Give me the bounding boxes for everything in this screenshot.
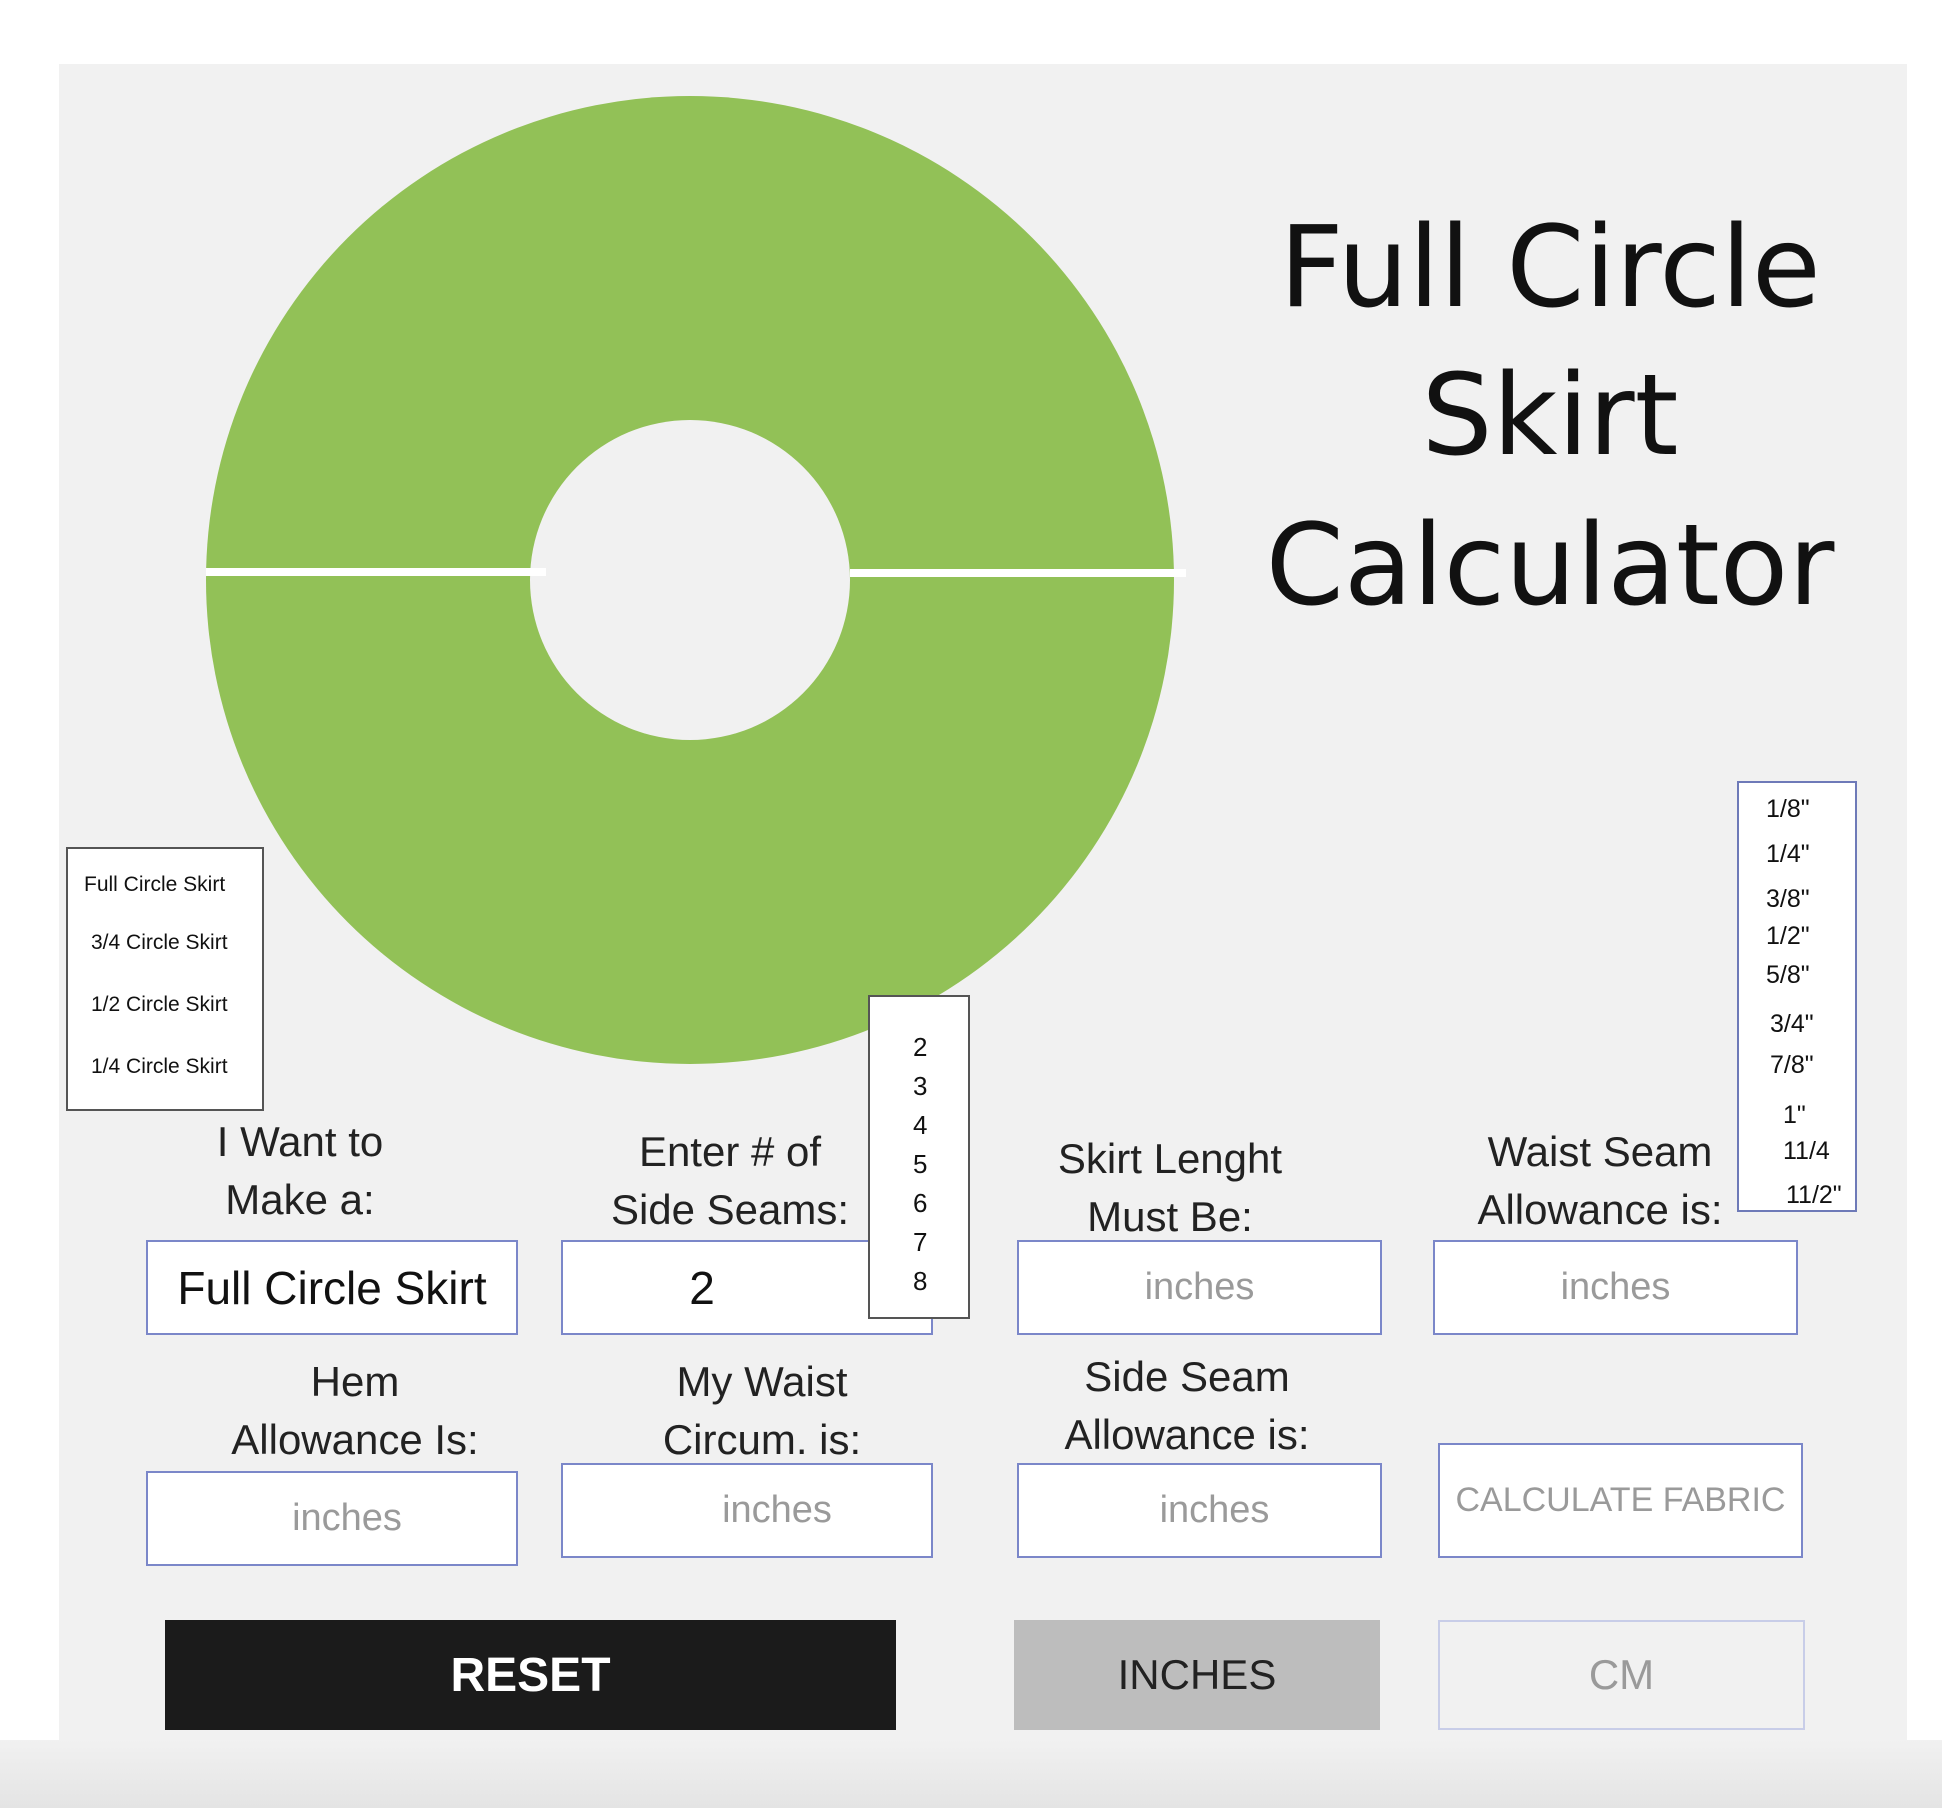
- side-seams-option[interactable]: 3: [913, 1071, 927, 1102]
- skirt-type-option[interactable]: 1/2 Circle Skirt: [91, 993, 228, 1017]
- side-seams-option[interactable]: 5: [913, 1149, 927, 1180]
- calculate-fabric-button[interactable]: CALCULATE FABRIC: [1438, 1443, 1803, 1558]
- skirt-type-option[interactable]: Full Circle Skirt: [84, 873, 225, 897]
- waist-seam-option[interactable]: 3/4": [1770, 1010, 1814, 1039]
- page-title-line-2: Skirt: [1421, 351, 1679, 481]
- inches-toggle[interactable]: INCHES: [1014, 1620, 1380, 1730]
- skirt-length-input[interactable]: inches: [1017, 1240, 1382, 1335]
- waist-seam-dropdown: 1/8" 1/4" 3/8" 1/2" 5/8" 3/4" 7/8" 1" 11…: [1737, 781, 1857, 1212]
- waist-seam-option[interactable]: 1": [1783, 1101, 1806, 1130]
- hem-allowance-input[interactable]: inches: [146, 1471, 518, 1566]
- side-seams-option[interactable]: 6: [913, 1188, 927, 1219]
- waist-seam-option[interactable]: 11/4: [1783, 1137, 1830, 1166]
- waist-seam-option[interactable]: 11/2": [1786, 1181, 1842, 1210]
- waist-seam-option[interactable]: 5/8": [1766, 961, 1810, 990]
- skirt-type-option[interactable]: 3/4 Circle Skirt: [91, 931, 228, 955]
- hem-allowance-label: Hem Allowance Is:: [231, 1358, 479, 1463]
- waist-seam-input[interactable]: inches: [1433, 1240, 1798, 1335]
- waist-circum-input[interactable]: inches: [561, 1463, 933, 1558]
- reset-button[interactable]: RESET: [165, 1620, 896, 1730]
- side-seams-dropdown: 2 3 4 5 6 7 8: [868, 995, 970, 1319]
- side-seams-option[interactable]: 2: [913, 1032, 927, 1063]
- skirt-length-label: Skirt Lenght Must Be:: [1057, 1135, 1283, 1240]
- skirt-type-label: I Want to Make a:: [216, 1118, 384, 1223]
- skirt-type-select[interactable]: Full Circle Skirt: [146, 1240, 518, 1335]
- side-seams-option[interactable]: 7: [913, 1227, 927, 1258]
- cm-toggle[interactable]: CM: [1438, 1620, 1805, 1730]
- waist-seam-option[interactable]: 1/8": [1766, 795, 1810, 824]
- waist-seam-label: Waist Seam Allowance is:: [1477, 1128, 1723, 1233]
- side-seam-allowance-input[interactable]: inches: [1017, 1463, 1382, 1558]
- side-seams-option[interactable]: 4: [913, 1110, 927, 1141]
- waist-seam-option[interactable]: 3/8": [1766, 885, 1810, 914]
- side-seam-allowance-label: Side Seam Allowance is:: [1064, 1353, 1310, 1458]
- waist-hole: [530, 420, 850, 740]
- skirt-type-dropdown: Full Circle Skirt 3/4 Circle Skirt 1/2 C…: [66, 847, 264, 1111]
- page-title-line-3: Calculator: [1265, 501, 1835, 631]
- waist-circum-label: My Waist Circum. is:: [662, 1358, 862, 1463]
- side-seams-label: Enter # of Side Seams:: [610, 1128, 850, 1233]
- waist-seam-option[interactable]: 1/2": [1766, 922, 1810, 951]
- waist-seam-option[interactable]: 1/4": [1766, 840, 1810, 869]
- side-seams-option[interactable]: 8: [913, 1266, 927, 1297]
- skirt-type-option[interactable]: 1/4 Circle Skirt: [91, 1055, 228, 1079]
- waist-seam-option[interactable]: 7/8": [1770, 1051, 1814, 1080]
- page-title-line-1: Full Circle: [1279, 203, 1821, 333]
